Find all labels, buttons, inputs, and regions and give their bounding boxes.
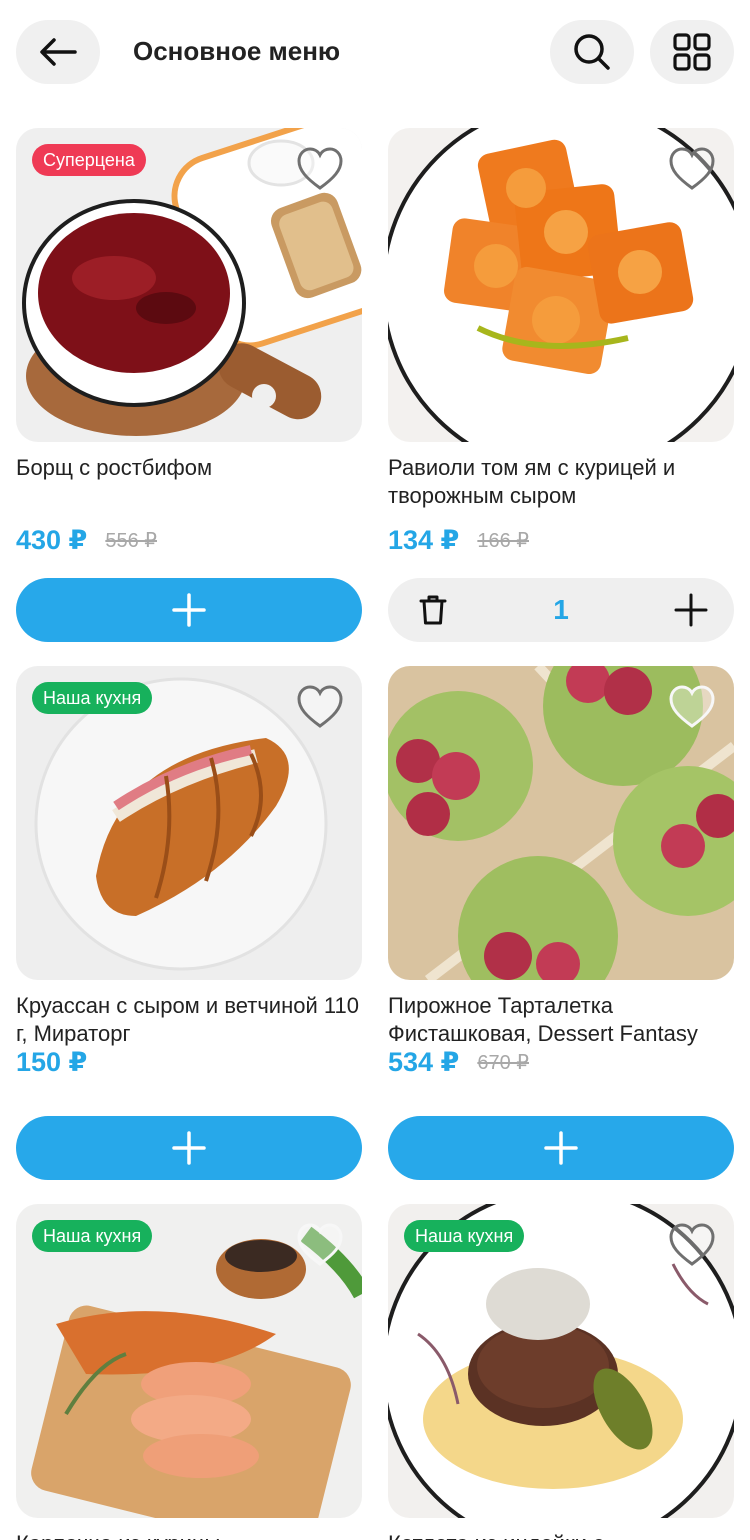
product-card[interactable]: Пирожное Тарталетка Фисташковая, Dessert… xyxy=(388,666,734,1180)
back-button[interactable] xyxy=(16,20,100,84)
product-card[interactable]: Наша кухня Круассан с сыром и ветчиной 1… xyxy=(16,666,362,1180)
heart-icon[interactable] xyxy=(668,146,716,192)
old-price: 166 ₽ xyxy=(477,529,529,552)
price-row: 430 ₽ 556 ₽ xyxy=(16,512,362,568)
product-image[interactable]: Наша кухня xyxy=(16,1204,362,1518)
arrow-left-icon xyxy=(40,38,77,66)
product-card[interactable]: Равиоли том ям с курицей и творожным сыр… xyxy=(388,128,734,642)
product-card[interactable]: Наша кухня Котлета из индейки с xyxy=(388,1204,734,1540)
search-button[interactable] xyxy=(550,20,634,84)
product-name[interactable]: Борщ с ростбифом xyxy=(16,454,362,510)
add-to-cart-button[interactable] xyxy=(16,1116,362,1180)
add-to-cart-button[interactable] xyxy=(16,578,362,642)
badge-super-price: Суперцена xyxy=(32,144,146,176)
grid-view-icon xyxy=(673,33,711,71)
badge-our-kitchen: Наша кухня xyxy=(404,1220,525,1252)
search-icon xyxy=(574,34,610,70)
old-price: 556 ₽ xyxy=(105,529,157,552)
add-to-cart-button[interactable] xyxy=(388,1116,734,1180)
product-name[interactable]: Карпаччо из курицы xyxy=(16,1530,362,1540)
product-image[interactable]: Наша кухня xyxy=(388,1204,734,1518)
plus-icon xyxy=(172,1131,206,1165)
old-price: 670 ₽ xyxy=(477,1051,529,1074)
quantity-value: 1 xyxy=(553,594,569,625)
product-image[interactable]: Суперцена xyxy=(16,128,362,442)
heart-icon[interactable] xyxy=(296,1222,344,1268)
heart-icon[interactable] xyxy=(668,684,716,730)
badge-our-kitchen: Наша кухня xyxy=(32,1220,153,1252)
price: 430 ₽ xyxy=(16,524,88,555)
plus-icon xyxy=(172,593,206,627)
product-name[interactable]: Котлета из индейки с xyxy=(388,1530,734,1540)
page-title: Основное меню xyxy=(133,36,341,66)
product-card[interactable]: Суперцена Борщ с ростбифом 430 ₽ 556 ₽ xyxy=(16,128,362,642)
product-image[interactable] xyxy=(388,666,734,980)
badge-our-kitchen: Наша кухня xyxy=(32,682,153,714)
product-card[interactable]: Наша кухня Карпаччо из курицы xyxy=(16,1204,362,1540)
plus-icon[interactable] xyxy=(674,593,708,627)
trash-icon[interactable] xyxy=(418,593,448,627)
quantity-stepper: 1 xyxy=(388,578,734,642)
price: 150 ₽ xyxy=(16,1046,88,1077)
price-row: 134 ₽ 166 ₽ xyxy=(388,512,734,568)
product-image[interactable] xyxy=(388,128,734,442)
price: 534 ₽ xyxy=(388,1046,460,1077)
product-name[interactable]: Пирожное Тарталетка Фисташковая, Dessert… xyxy=(388,992,734,1048)
price: 134 ₽ xyxy=(388,524,460,555)
product-name[interactable]: Равиоли том ям с курицей и творожным сыр… xyxy=(388,454,734,510)
grid-view-button[interactable] xyxy=(650,20,734,84)
top-app-bar: Основное меню xyxy=(0,0,750,104)
heart-icon[interactable] xyxy=(296,146,344,192)
heart-icon[interactable] xyxy=(668,1222,716,1268)
heart-icon[interactable] xyxy=(296,684,344,730)
plus-icon xyxy=(544,1131,578,1165)
product-image[interactable]: Наша кухня xyxy=(16,666,362,980)
